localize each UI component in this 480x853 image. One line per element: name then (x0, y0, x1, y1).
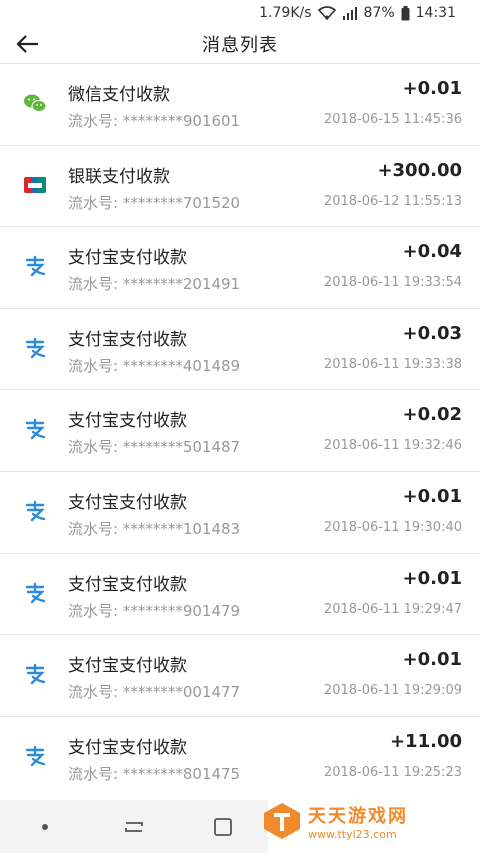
network-speed: 1.79K/s (259, 5, 312, 21)
item-amount: +0.01 (402, 78, 463, 99)
item-serial: 流水号: ********901479 (68, 601, 241, 620)
item-amount: +300.00 (377, 159, 462, 181)
item-time: 2018-06-11 19:33:54 (323, 275, 462, 291)
list-item[interactable]: 支付宝支付收款流水号: ********201491 +0.04 2018-06-1… (0, 226, 480, 308)
item-serial: 流水号: ********401489 (68, 356, 241, 375)
item-serial: 流水号: ********801475 (68, 764, 241, 783)
item-serial: 流水号: ********001477 (68, 683, 241, 702)
unionpay-icon (22, 172, 48, 198)
item-serial: 流水号: ********901601 (68, 112, 241, 130)
item-title: 支付宝支付收款 (68, 411, 187, 432)
item-time: 2018-06-15 11:45:36 (323, 112, 462, 127)
recent-apps-icon (125, 821, 143, 832)
item-amount: +0.01 (402, 567, 463, 589)
status-bar: 1.79K/s 87% 14:31 (0, 0, 480, 26)
alipay-icon (22, 498, 48, 524)
item-title: 微信支付收款 (68, 85, 170, 105)
signal-icon (342, 6, 358, 20)
watermark-url: www.ttyl23.com (308, 827, 397, 841)
item-serial: 流水号: ********101483 (68, 519, 241, 538)
item-amount: +0.02 (402, 404, 463, 426)
item-title: 银联支付收款 (68, 166, 170, 187)
item-title: 支付宝支付收款 (68, 574, 187, 595)
item-time: 2018-06-12 11:55:13 (323, 193, 462, 209)
alipay-icon (22, 416, 48, 442)
item-title: 支付宝支付收款 (68, 492, 187, 513)
dot-icon (41, 823, 48, 830)
watermark: 天天游戏网 www.ttyl23.com (262, 799, 472, 843)
back-arrow-icon (16, 35, 38, 53)
nav-dot-button[interactable] (25, 807, 65, 847)
list-item[interactable]: 支付宝支付收款流水号: ********101483 +0.01 2018-06-1… (0, 470, 480, 553)
list-item[interactable]: 支付宝支付收款流水号: ********001477 +0.01 2018-06-1… (0, 634, 480, 716)
item-title: 支付宝支付收款 (68, 329, 187, 350)
battery-icon (401, 5, 410, 21)
app-bar: 消息列表 (0, 26, 480, 62)
alipay-icon (22, 580, 48, 606)
clock: 14:31 (415, 5, 456, 21)
list-item[interactable]: 银联支付收款流水号: ********701520 +300.00 2018-06-… (0, 144, 480, 227)
item-serial: 流水号: ********701520 (68, 193, 241, 212)
item-time: 2018-06-11 19:32:46 (323, 438, 462, 454)
item-time: 2018-06-11 19:29:09 (323, 683, 462, 699)
item-serial: 流水号: ********201491 (68, 275, 241, 294)
back-button[interactable] (14, 30, 42, 58)
watermark-title: 天天游戏网 (308, 805, 408, 827)
alipay-icon (22, 661, 48, 687)
watermark-logo-icon (264, 803, 300, 839)
system-nav-bar (0, 800, 268, 853)
alipay-icon (22, 743, 48, 769)
list-item[interactable]: 支付宝支付收款流水号: ********901479 +0.01 2018-06-1… (0, 552, 480, 635)
nav-back-button[interactable] (203, 807, 243, 847)
item-amount: +0.01 (402, 649, 463, 671)
wifi-icon (317, 6, 336, 20)
list-item[interactable]: 支付宝支付收款流水号: ********401489 +0.03 2018-06-1… (0, 307, 480, 390)
item-amount: +0.01 (402, 485, 463, 507)
alipay-icon (22, 253, 48, 279)
nav-recent-button[interactable] (114, 807, 154, 847)
item-time: 2018-06-11 19:29:47 (323, 601, 462, 617)
item-time: 2018-06-11 19:30:40 (323, 519, 462, 535)
item-title: 支付宝支付收款 (68, 248, 187, 269)
battery-level: 87% (363, 5, 395, 21)
item-serial: 流水号: ********501487 (68, 438, 241, 457)
list-item[interactable]: 微信支付收款流水号: ********901601 +0.01 2018-06-15… (0, 63, 480, 145)
message-list: 微信支付收款流水号: ********901601 +0.01 2018-06-15… (0, 63, 480, 797)
page-title: 消息列表 (202, 35, 278, 56)
wechat-icon (22, 90, 48, 116)
item-time: 2018-06-11 19:25:23 (323, 764, 462, 780)
item-amount: +0.03 (402, 322, 463, 344)
item-time: 2018-06-11 19:33:38 (323, 356, 462, 372)
square-icon (214, 817, 233, 836)
item-title: 支付宝支付收款 (68, 656, 187, 677)
item-amount: +0.04 (402, 241, 463, 263)
list-item[interactable]: 支付宝支付收款流水号: ********501487 +0.02 2018-06-1… (0, 389, 480, 471)
item-title: 支付宝支付收款 (68, 737, 187, 758)
item-amount: +11.00 (389, 730, 462, 752)
alipay-icon (22, 335, 48, 361)
list-item[interactable]: 支付宝支付收款流水号: ********801475 +11.00 2018-06-… (0, 715, 480, 798)
